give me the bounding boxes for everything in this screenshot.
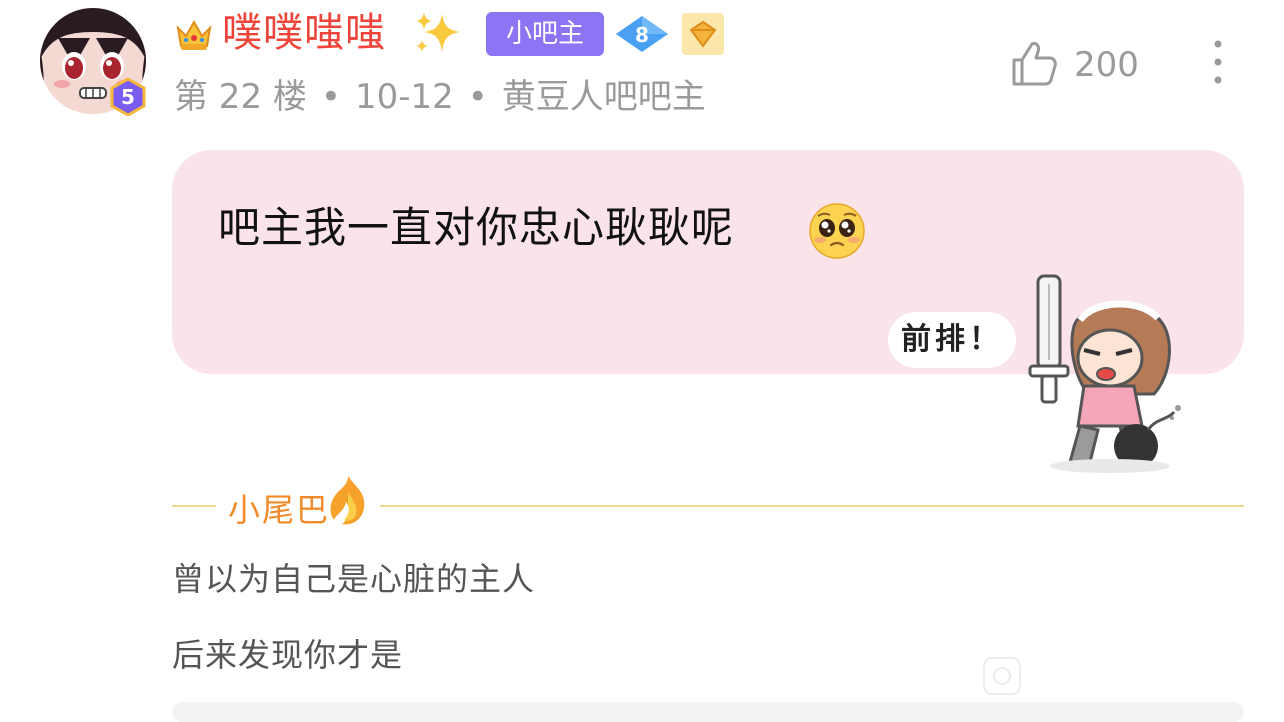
vip-icon[interactable]: [681, 12, 725, 56]
watermark-icon: [982, 656, 1022, 696]
floor-number: 第 22 楼: [174, 77, 307, 117]
tail-label: 小尾巴: [228, 491, 331, 529]
tail-divider-left: [172, 505, 216, 507]
user-title: 黄豆人吧吧主: [501, 77, 706, 117]
flame-icon: [326, 474, 370, 528]
pleading-face-icon: [808, 202, 866, 260]
post-date: 10-12: [354, 77, 454, 117]
tail-divider-right: [380, 505, 1244, 507]
tail-text-line: 后来发现你才是: [172, 636, 404, 674]
sticker-caption: 前排！: [888, 312, 1016, 368]
more-vertical-icon[interactable]: [1200, 36, 1236, 92]
role-badge[interactable]: 小吧主: [486, 12, 604, 56]
level-number: 5: [121, 85, 135, 109]
username[interactable]: 噗噗嗤嗤: [222, 8, 386, 58]
post-text: 吧主我一直对你忠心耿耿呢: [218, 203, 735, 252]
level-badge: 5: [110, 78, 146, 116]
thumbs-up-icon: [1008, 38, 1060, 90]
sparkle-icon: [412, 10, 464, 56]
like-button[interactable]: 200: [1008, 38, 1158, 94]
diamond-level: 8: [635, 23, 649, 47]
separator-dot: •: [467, 77, 488, 117]
tail-text-line: 曾以为自己是心脏的主人: [172, 560, 536, 598]
next-item-edge: [172, 702, 1244, 722]
sticker-image: [884, 270, 1204, 480]
diamond-icon[interactable]: 8: [614, 14, 670, 54]
separator-dot: •: [320, 77, 341, 117]
like-count: 200: [1074, 45, 1139, 85]
post-meta: 第 22 楼 • 10-12 • 黄豆人吧吧主: [174, 74, 706, 120]
crown-icon: [174, 16, 214, 52]
